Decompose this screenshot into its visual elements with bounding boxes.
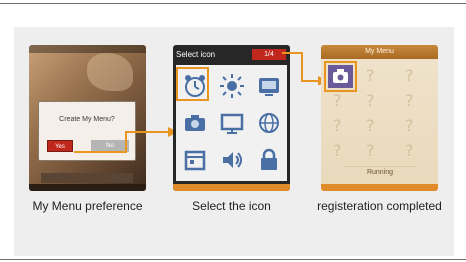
empty-slot-icon[interactable]: ? [333,116,342,135]
empty-slot-icon[interactable]: ? [405,116,414,135]
empty-slot-icon[interactable]: ? [366,91,375,110]
status-text: Running [345,166,415,177]
empty-slot-icon[interactable]: ? [366,116,375,135]
sound-icon[interactable] [217,145,247,175]
dialog-message: Create My Menu? [59,116,115,123]
registered-icon-highlight [324,61,357,92]
lock-icon[interactable] [254,145,284,175]
camera-icon[interactable] [180,108,210,138]
arrow-to-select-icon [74,127,178,153]
phone-screen-my-menu-registered: My Menu ? ? ? ? ? ? ? ? ? ? ? Running [321,45,438,191]
caption-select-icon: Select the icon [192,199,271,213]
yes-button[interactable]: Yes [47,140,73,152]
wallpaper-shape [87,53,133,91]
globe-icon[interactable] [254,108,284,138]
screen-icon[interactable] [254,71,284,101]
empty-slot-icon[interactable]: ? [405,66,414,85]
caption-registration-completed: registeration completed [317,199,442,213]
calendar-icon[interactable] [180,145,210,175]
empty-slot-icon[interactable]: ? [333,141,342,160]
menu-bar [41,173,133,183]
select-icon-title: Select icon [176,50,216,59]
softkey-bar [173,184,290,191]
empty-slot-icon[interactable]: ? [366,66,375,85]
softkey-bar [321,184,438,191]
empty-slot-icon[interactable]: ? [366,141,375,160]
empty-slot-icon[interactable]: ? [405,91,414,110]
page-counter: 1/4 [252,49,286,60]
empty-slot-icon[interactable]: ? [333,91,342,110]
top-rule [0,3,466,4]
caption-my-menu-preference: My Menu preference [32,199,143,213]
my-menu-title: My Menu [321,45,438,59]
monitor-icon[interactable] [217,108,247,138]
phone-screen-select-icon: Select icon 1/4 [173,45,290,191]
sun-icon[interactable] [217,71,247,101]
selected-icon-highlight [176,67,209,101]
empty-slot-icon[interactable]: ? [405,141,414,160]
softkey-bar [29,184,146,191]
figure-panel: Create My Menu? Yes No Select icon 1/4 M… [14,27,454,256]
bottom-rule [0,259,466,260]
phone-screen-my-menu-preference: Create My Menu? Yes No [29,45,146,191]
status-bar [29,45,146,53]
